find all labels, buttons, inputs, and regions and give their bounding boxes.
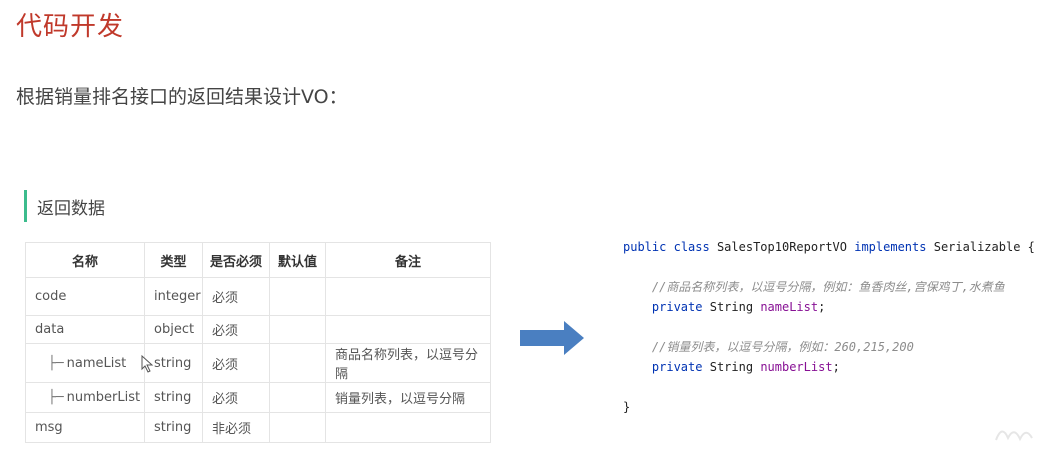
cell-type: object <box>144 315 203 344</box>
java-code-block: public class SalesTop10ReportVO implemen… <box>623 238 1035 418</box>
cell-name: code <box>25 277 145 316</box>
code-close-brace: } <box>623 400 631 414</box>
code-comment-numberlist: //销量列表，以逗号分隔，例如：260,215,200 <box>651 340 914 354</box>
code-field-namelist: private String nameList; <box>651 300 826 314</box>
column-header-required: 是否必须 <box>202 242 270 278</box>
cell-note <box>325 277 491 316</box>
cell-note: 销量列表，以逗号分隔 <box>325 382 491 413</box>
table-row: msg string 非必须 <box>25 412 491 443</box>
cell-name: ├─ nameList <box>25 343 145 383</box>
table-row: ├─ numberList string 必须 销量列表，以逗号分隔 <box>25 382 491 413</box>
section-title: 返回数据 <box>37 198 105 219</box>
watermark-logo <box>995 430 1033 442</box>
cell-default <box>269 277 326 316</box>
cell-name: msg <box>25 412 145 443</box>
cell-required: 必须 <box>202 382 270 413</box>
right-arrow-icon <box>520 321 584 355</box>
code-comment-namelist: //商品名称列表，以逗号分隔，例如：鱼香肉丝,宫保鸡丁,水煮鱼 <box>651 280 1005 294</box>
table-header-row: 名称 类型 是否必须 默认值 备注 <box>25 242 491 278</box>
page-subtitle: 根据销量排名接口的返回结果设计VO： <box>16 86 348 108</box>
tree-branch-icon: ├─ <box>48 355 64 371</box>
response-data-table: 名称 类型 是否必须 默认值 备注 code integer 必须 data o… <box>25 242 491 443</box>
code-field-numberlist: private String numberList; <box>651 360 840 374</box>
cell-default <box>269 382 326 413</box>
table-row: data object 必须 <box>25 315 491 344</box>
cell-name: data <box>25 315 145 344</box>
cell-note <box>325 412 491 443</box>
column-header-name: 名称 <box>25 242 145 278</box>
cell-required: 非必须 <box>202 412 270 443</box>
cell-name: ├─ numberList <box>25 382 145 413</box>
cell-note: 商品名称列表，以逗号分隔 <box>325 343 491 383</box>
code-line-class-declaration: public class SalesTop10ReportVO implemen… <box>623 240 1035 254</box>
column-header-default: 默认值 <box>269 242 326 278</box>
column-header-type: 类型 <box>144 242 203 278</box>
cell-required: 必须 <box>202 315 270 344</box>
cell-note <box>325 315 491 344</box>
cell-default <box>269 343 326 383</box>
cell-name-text: nameList <box>66 355 127 371</box>
cell-name-text: numberList <box>66 390 141 405</box>
cell-type: integer <box>144 277 203 316</box>
cell-required: 必须 <box>202 343 270 383</box>
table-row: ├─ nameList string 必须 商品名称列表，以逗号分隔 <box>25 343 491 383</box>
cell-default <box>269 412 326 443</box>
tree-branch-icon: ├─ <box>48 390 64 405</box>
cell-type: string <box>144 382 203 413</box>
page-title: 代码开发 <box>16 12 125 42</box>
cell-required: 必须 <box>202 277 270 316</box>
mouse-cursor-icon <box>141 355 154 373</box>
column-header-note: 备注 <box>325 242 491 278</box>
cell-default <box>269 315 326 344</box>
section-header: 返回数据 <box>24 190 105 222</box>
table-row: code integer 必须 <box>25 277 491 316</box>
cell-type: string <box>144 412 203 443</box>
